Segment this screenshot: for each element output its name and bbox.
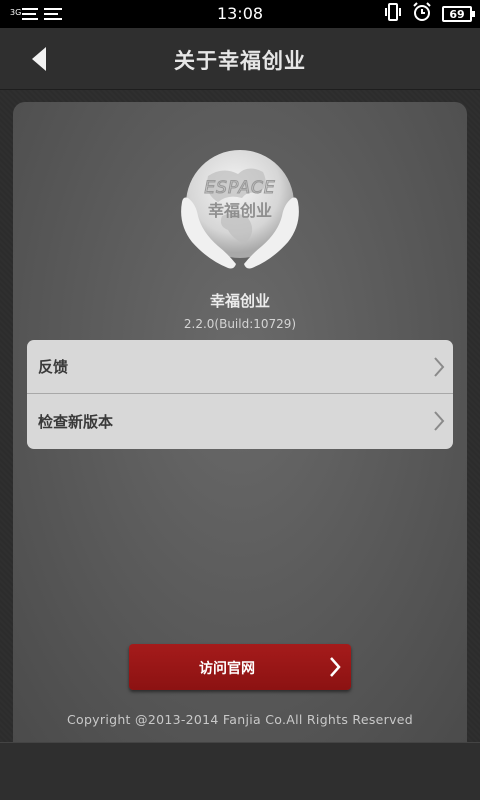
copyright-text: Copyright @2013-2014 Fanjia Co.All Right…	[66, 712, 414, 727]
app-version: 2.2.0(Build:10729)	[183, 317, 297, 331]
app-logo: ESPACE 幸福创业	[178, 146, 302, 274]
battery-level: 69	[449, 7, 465, 21]
status-bar: 3G 13:08 69	[0, 0, 480, 28]
visit-website-label: 访问官网	[199, 661, 255, 677]
chevron-right-icon	[434, 357, 445, 377]
title-bar: 关于幸福创业	[0, 28, 480, 90]
battery-icon: 69	[442, 6, 475, 22]
app-name: 幸福创业	[209, 292, 270, 310]
chevron-right-icon	[330, 657, 341, 677]
globe-hands-logo: ESPACE 幸福创业	[181, 150, 299, 269]
page-title: 关于幸福创业	[174, 49, 306, 73]
menu-item-feedback[interactable]: 反馈	[27, 340, 453, 394]
chevron-right-icon	[434, 411, 445, 431]
alarm-icon	[412, 2, 432, 26]
menu-item-label: 反馈	[38, 358, 69, 376]
settings-menu: 反馈 检查新版本	[27, 340, 453, 449]
bottom-bar	[0, 742, 480, 800]
visit-website-button[interactable]: 访问官网	[129, 644, 351, 690]
logo-text-chinese: 幸福创业	[208, 201, 272, 220]
logo-text-espace: ESPACE	[204, 178, 275, 198]
menu-item-check-update[interactable]: 检查新版本	[27, 394, 453, 449]
menu-item-label: 检查新版本	[38, 413, 114, 431]
vibrate-icon	[384, 3, 402, 25]
